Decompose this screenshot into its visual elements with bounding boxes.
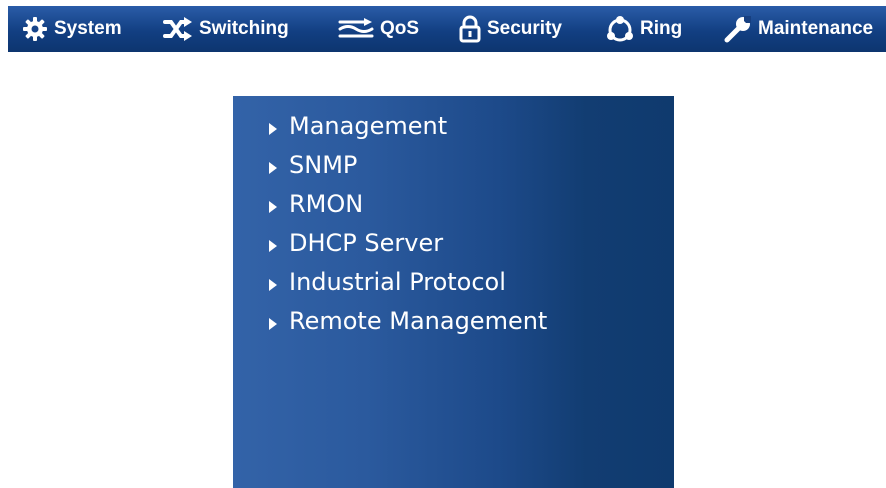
caret-right-icon <box>269 122 277 135</box>
nav-system-label: System <box>54 18 122 39</box>
menu-item-snmp[interactable]: SNMP <box>269 145 547 184</box>
nav-qos[interactable]: QoS <box>338 6 419 52</box>
nav-system[interactable]: System <box>22 6 122 52</box>
menu-item-label: Management <box>289 111 448 140</box>
menu-item-label: RMON <box>289 189 364 218</box>
caret-right-icon <box>269 239 277 252</box>
nav-ring-label: Ring <box>640 18 683 39</box>
nav-switching[interactable]: Switching <box>163 6 289 52</box>
submenu-list: Management SNMP RMON DHCP Server Industr… <box>269 106 547 340</box>
caret-right-icon <box>269 161 277 174</box>
menu-item-industrial-protocol[interactable]: Industrial Protocol <box>269 262 547 301</box>
nav-security[interactable]: Security <box>459 6 562 52</box>
menu-item-dhcp-server[interactable]: DHCP Server <box>269 223 547 262</box>
nav-ring[interactable]: Ring <box>606 6 682 52</box>
shuffle-icon <box>163 17 193 41</box>
gear-icon <box>22 16 48 42</box>
qos-lines-icon <box>338 18 374 40</box>
nav-strip: System Switching QoS Security Ring Maint… <box>8 6 886 52</box>
nav-switching-label: Switching <box>199 18 289 39</box>
ring-icon <box>606 15 634 43</box>
menu-item-management[interactable]: Management <box>269 106 547 145</box>
nav-maintenance[interactable]: Maintenance <box>724 6 873 52</box>
menu-item-label: DHCP Server <box>289 228 444 257</box>
top-nav-bar: System Switching QoS Security Ring Maint… <box>0 0 886 56</box>
wrench-icon <box>724 15 752 43</box>
caret-right-icon <box>269 200 277 213</box>
menu-item-rmon[interactable]: RMON <box>269 184 547 223</box>
menu-item-remote-management[interactable]: Remote Management <box>269 301 547 340</box>
menu-item-label: Industrial Protocol <box>289 267 506 296</box>
nav-qos-label: QoS <box>380 18 420 39</box>
caret-right-icon <box>269 317 277 330</box>
caret-right-icon <box>269 278 277 291</box>
lock-icon <box>459 15 481 43</box>
menu-item-label: Remote Management <box>289 306 548 335</box>
submenu-panel: Management SNMP RMON DHCP Server Industr… <box>233 96 674 488</box>
nav-maintenance-label: Maintenance <box>758 18 874 39</box>
nav-security-label: Security <box>487 18 562 39</box>
menu-item-label: SNMP <box>289 150 358 179</box>
